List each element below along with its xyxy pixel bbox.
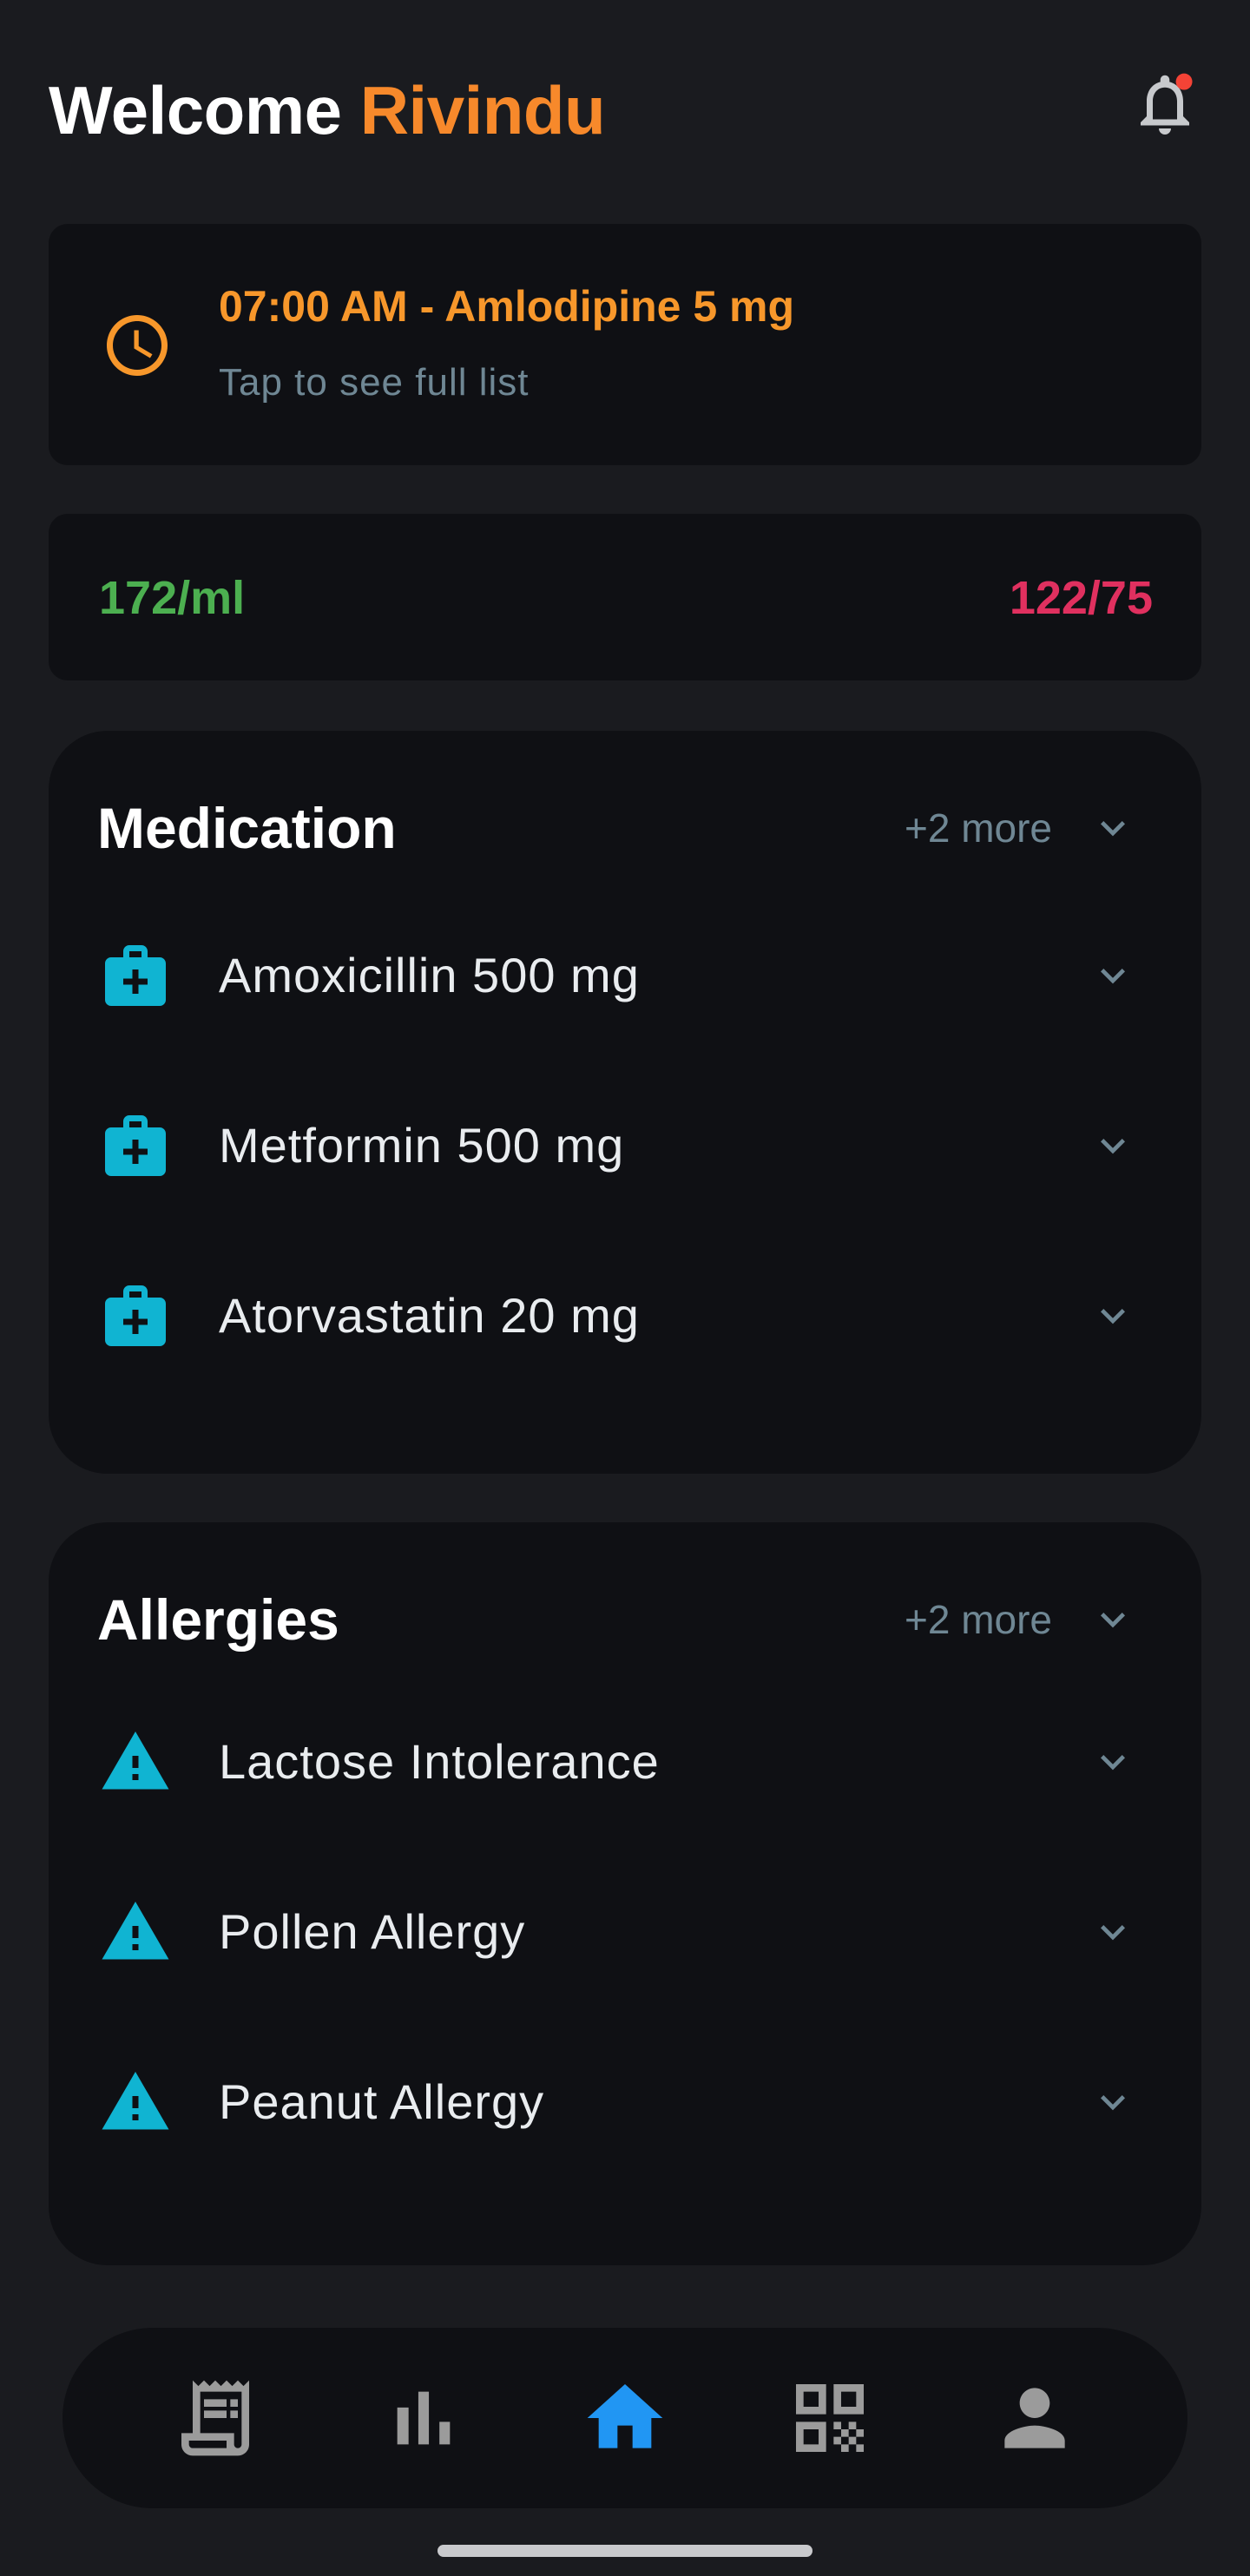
next-dose-reminder[interactable]: 07:00 AM - Amlodipine 5 mg Tap to see fu… bbox=[49, 224, 1201, 465]
allergies-title: Allergies bbox=[97, 1587, 339, 1652]
clock-icon bbox=[107, 315, 168, 376]
allergies-more-label: +2 more bbox=[904, 1597, 1052, 1642]
nav-home[interactable] bbox=[580, 2373, 670, 2463]
chevron-down-icon bbox=[1101, 1309, 1125, 1324]
glucose-value: 172/ml bbox=[99, 572, 246, 624]
allergy-item[interactable]: Pollen Allergy bbox=[49, 1871, 1201, 1993]
welcome-heading: Welcome Rivindu bbox=[49, 62, 606, 158]
home-icon bbox=[587, 2384, 663, 2448]
welcome-label: Welcome bbox=[49, 72, 342, 148]
warning-icon bbox=[102, 2072, 169, 2130]
allergy-item[interactable]: Peanut Allergy bbox=[49, 2041, 1201, 2163]
medication-name: Amoxicillin 500 mg bbox=[219, 948, 640, 1002]
home-indicator-bar bbox=[438, 2545, 812, 2557]
medical-kit-icon bbox=[105, 1115, 166, 1176]
medical-kit-icon bbox=[105, 1285, 166, 1346]
reminder-title: 07:00 AM - Amlodipine 5 mg bbox=[219, 282, 795, 331]
chevron-down-icon bbox=[1101, 1139, 1125, 1154]
user-name: Rivindu bbox=[359, 72, 606, 148]
allergy-name: Peanut Allergy bbox=[219, 2074, 545, 2129]
reminder-subtitle: Tap to see full list bbox=[219, 361, 530, 404]
allergies-more-button[interactable]: +2 more bbox=[905, 1576, 1137, 1663]
nav-profile[interactable] bbox=[990, 2373, 1080, 2463]
medication-item[interactable]: Atorvastatin 20 mg bbox=[49, 1255, 1201, 1377]
vitals-card: 172/ml 122/75 bbox=[49, 514, 1201, 680]
chevron-down-icon bbox=[1101, 1755, 1125, 1771]
allergy-name: Pollen Allergy bbox=[219, 1904, 526, 1959]
allergies-section: Allergies +2 more Lactose Intolerance Po… bbox=[49, 1522, 1201, 2265]
chevron-down-icon bbox=[1101, 821, 1125, 837]
bell-icon bbox=[1141, 73, 1193, 135]
warning-icon bbox=[102, 1732, 169, 1790]
nav-qr[interactable] bbox=[785, 2373, 875, 2463]
medical-kit-icon bbox=[105, 945, 166, 1006]
notification-dot bbox=[1175, 73, 1193, 90]
medication-name: Metformin 500 mg bbox=[219, 1118, 625, 1173]
header: Welcome Rivindu bbox=[49, 56, 1201, 151]
medication-name: Atorvastatin 20 mg bbox=[219, 1288, 640, 1343]
nav-stats[interactable] bbox=[378, 2373, 469, 2463]
person-icon bbox=[1004, 2388, 1065, 2448]
qr-code-icon bbox=[796, 2384, 864, 2452]
allergy-name: Lactose Intolerance bbox=[219, 1734, 660, 1789]
chevron-down-icon bbox=[1101, 1613, 1125, 1628]
medication-section: Medication +2 more Amoxicillin 500 mg Me… bbox=[49, 731, 1201, 1474]
notifications-button[interactable] bbox=[1128, 68, 1201, 141]
chevron-down-icon bbox=[1101, 2095, 1125, 2111]
allergy-item[interactable]: Lactose Intolerance bbox=[49, 1701, 1201, 1823]
blood-pressure-value: 122/75 bbox=[1009, 572, 1153, 624]
warning-icon bbox=[102, 1902, 169, 1960]
receipt-icon bbox=[181, 2380, 249, 2456]
medication-title: Medication bbox=[97, 796, 397, 860]
medication-more-button[interactable]: +2 more bbox=[905, 785, 1137, 871]
chevron-down-icon bbox=[1101, 1925, 1125, 1941]
bottom-nav bbox=[62, 2328, 1188, 2508]
nav-receipt[interactable] bbox=[170, 2373, 260, 2463]
medication-item[interactable]: Metformin 500 mg bbox=[49, 1085, 1201, 1206]
medication-more-label: +2 more bbox=[904, 805, 1052, 851]
chevron-down-icon bbox=[1101, 969, 1125, 984]
bar-chart-icon bbox=[397, 2391, 451, 2445]
medication-item[interactable]: Amoxicillin 500 mg bbox=[49, 915, 1201, 1036]
